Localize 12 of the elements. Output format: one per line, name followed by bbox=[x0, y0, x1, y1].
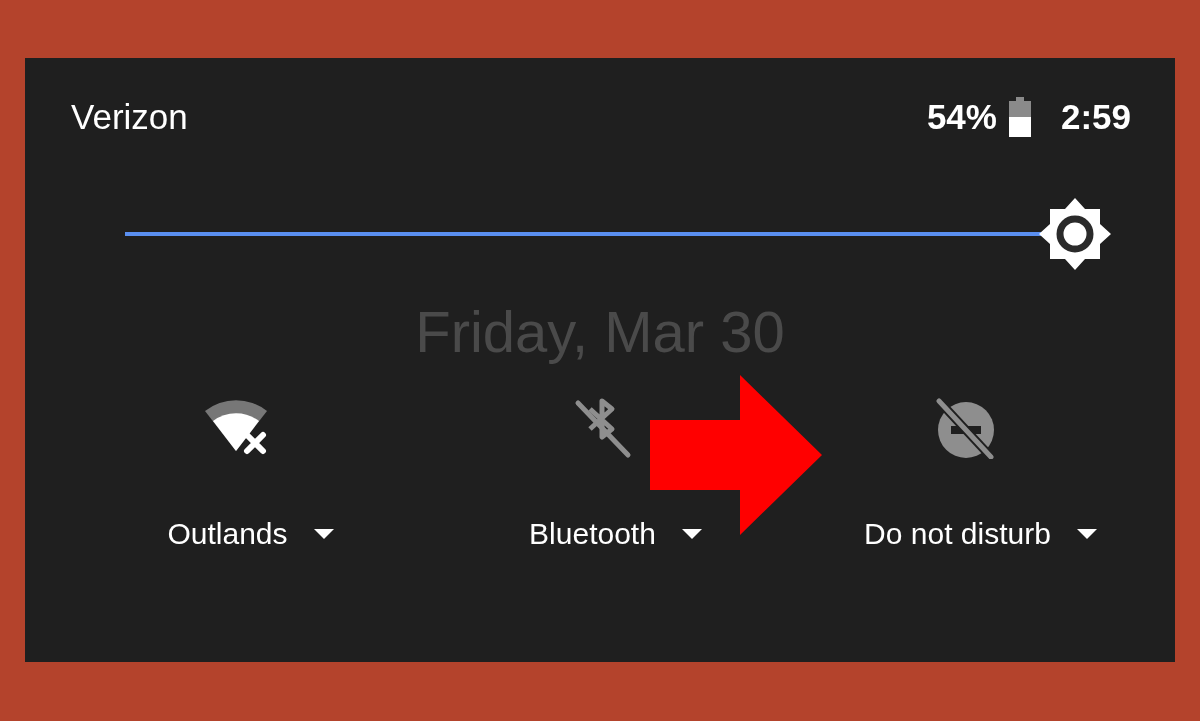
caret-icon[interactable] bbox=[1076, 529, 1097, 539]
battery-icon bbox=[1008, 97, 1031, 137]
caret-icon[interactable] bbox=[313, 529, 334, 539]
carrier-name: Verizon bbox=[71, 97, 188, 137]
battery-percent: 54% bbox=[926, 97, 997, 137]
tile-label[interactable]: Outlands bbox=[167, 517, 288, 551]
brightness-thumb[interactable] bbox=[1039, 198, 1111, 270]
tile-label[interactable]: Bluetooth bbox=[529, 517, 656, 551]
brightness-slider[interactable] bbox=[125, 198, 1111, 270]
caret-icon[interactable] bbox=[681, 529, 702, 539]
tile-label[interactable]: Do not disturb bbox=[864, 517, 1051, 551]
clock-time: 2:59 bbox=[1060, 97, 1131, 137]
